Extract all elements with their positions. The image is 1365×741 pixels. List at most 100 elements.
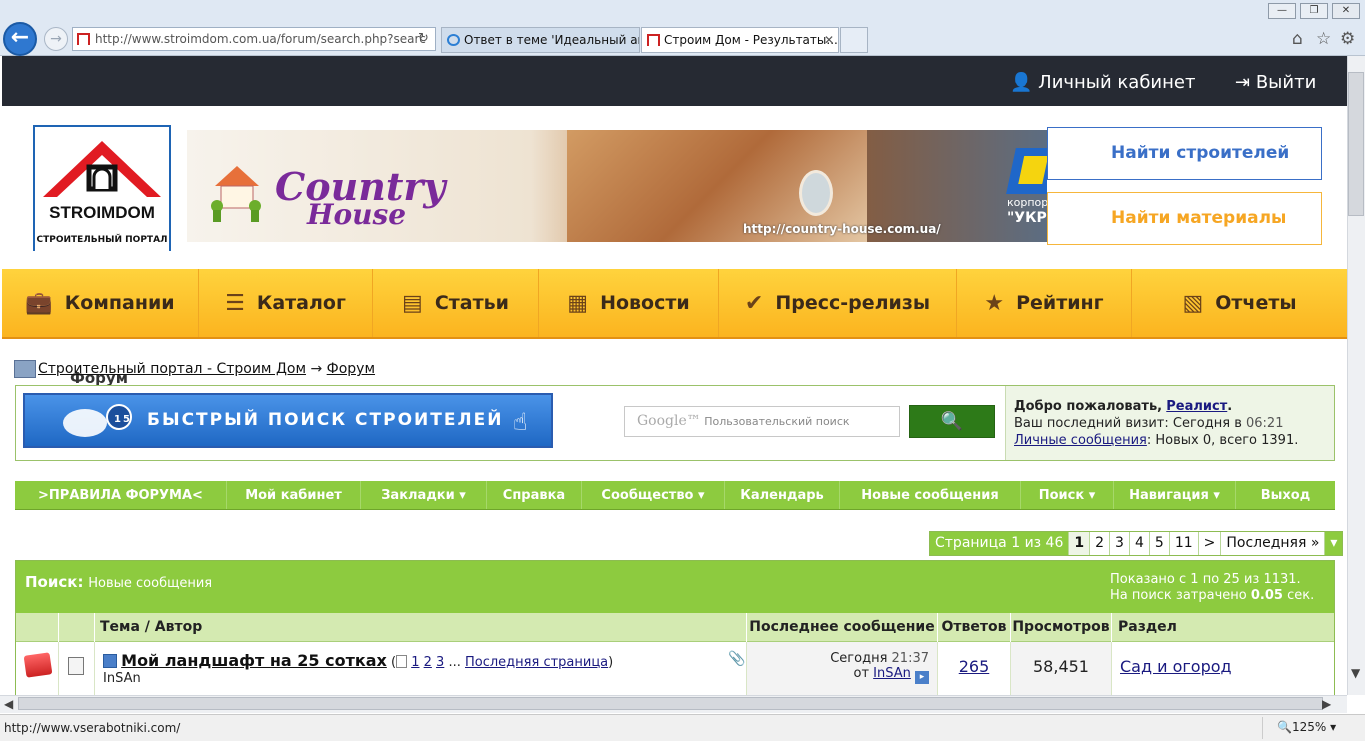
banner-round-window: [799, 170, 833, 216]
results-shown-count: Показано с 1 по 25 из 1131.: [1110, 572, 1301, 587]
close-tab-icon[interactable]: ✕: [824, 28, 834, 52]
nav-label: Рейтинг: [1016, 292, 1104, 314]
address-bar[interactable]: http://www.stroimdom.com.ua/forum/search…: [72, 27, 436, 51]
pager-page[interactable]: 11: [1169, 532, 1199, 555]
menu-label: Закладки: [381, 488, 455, 503]
search-time-unit: сек.: [1287, 588, 1315, 603]
new-post-icon[interactable]: [103, 654, 117, 668]
quick-builder-search-banner[interactable]: 15 БЫСТРЫЙ ПОИСК СТРОИТЕЛЕЙ ☝: [23, 393, 553, 448]
thread-title-link[interactable]: Мой ландшафт на 25 сотках: [121, 651, 387, 670]
username-link[interactable]: Реалист: [1166, 399, 1227, 414]
personal-cabinet-link[interactable]: 👤 Личный кабинет: [1010, 72, 1195, 93]
col-replies[interactable]: Ответов: [938, 613, 1011, 642]
replies-count-link[interactable]: 265: [959, 657, 990, 676]
thread-page-link[interactable]: 2: [424, 655, 432, 670]
nav-rating[interactable]: ★ Рейтинг: [957, 269, 1132, 337]
breadcrumb: Строительный портал - Строим Дом → Форум: [38, 361, 375, 377]
pager-menu-chevron-icon[interactable]: ▾: [1325, 532, 1343, 555]
back-button[interactable]: ←: [3, 22, 37, 56]
promo-text: БЫСТРЫЙ ПОИСК СТРОИТЕЛЕЙ: [147, 410, 504, 430]
pager-last[interactable]: Последняя »: [1221, 532, 1326, 555]
pager-next[interactable]: >: [1198, 532, 1222, 555]
menu-calendar[interactable]: Календарь: [725, 481, 840, 509]
pager-page[interactable]: 3: [1110, 532, 1130, 555]
google-search-input[interactable]: Google™ Пользовательский поиск: [624, 406, 900, 437]
banner-url: http://country-house.com.ua/: [743, 222, 941, 236]
search-time-value: 0.05: [1250, 588, 1283, 603]
pagination: Страница 1 из 46 1 2 3 4 5 11 > Последня…: [929, 531, 1344, 556]
home-icon[interactable]: ⌂: [1292, 29, 1303, 49]
menu-search[interactable]: Поиск ▾: [1021, 481, 1114, 509]
nav-press-releases[interactable]: ✔ Пресс-релизы: [719, 269, 957, 337]
breadcrumb-portal-link[interactable]: Строительный портал - Строим Дом: [38, 361, 306, 377]
close-window-button[interactable]: ✕: [1332, 3, 1360, 19]
private-messages-link[interactable]: Личные сообщения: [1014, 433, 1147, 448]
last-post-user-link[interactable]: InSAn: [873, 666, 911, 681]
menu-label: Поиск: [1038, 488, 1085, 503]
logout-link[interactable]: ⇥ Выйти: [1235, 72, 1316, 93]
table-row: Мой ландшафт на 25 сотках ( 1 2 3 ... По…: [16, 642, 1334, 695]
section-link[interactable]: Сад и огород: [1120, 657, 1232, 676]
logo-subtitle: СТРОИТЕЛЬНЫЙ ПОРТАЛ: [35, 235, 169, 251]
thread-last-page-link[interactable]: Последняя страница: [465, 655, 608, 670]
vertical-scroll-thumb[interactable]: [1348, 72, 1364, 216]
col-section[interactable]: Раздел: [1112, 613, 1334, 642]
attachment-paperclip-icon: 📎: [728, 651, 746, 667]
horizontal-scroll-thumb[interactable]: [18, 697, 1323, 710]
settings-gear-icon[interactable]: ⚙: [1340, 29, 1355, 49]
refresh-icon[interactable]: ↻: [418, 31, 429, 46]
pager-current-page: 1: [1069, 532, 1091, 555]
scroll-down-icon[interactable]: ▼: [1351, 666, 1360, 680]
menu-forum-rules[interactable]: >ПРАВИЛА ФОРУМА<: [15, 481, 227, 509]
menu-label: Сообщество: [601, 488, 694, 503]
thread-pages-ellipsis: ...: [448, 655, 461, 670]
zoom-control[interactable]: 🔍125% ▾: [1262, 717, 1354, 739]
minimize-button[interactable]: —: [1268, 3, 1296, 19]
forward-button[interactable]: →: [44, 27, 68, 51]
nav-catalog[interactable]: ☰ Каталог: [199, 269, 373, 337]
search-icon: 🔍: [940, 411, 964, 432]
menu-community[interactable]: Сообщество ▾: [582, 481, 725, 509]
nav-reports[interactable]: ▧ Отчеты: [1132, 269, 1347, 337]
menu-logout[interactable]: Выход: [1236, 481, 1335, 509]
pager-summary[interactable]: Страница 1 из 46: [930, 532, 1070, 555]
browser-tab-reply[interactable]: Ответ в теме 'Идеальный авт...: [441, 27, 640, 53]
breadcrumb-forum-link[interactable]: Форум: [327, 361, 375, 377]
country-house-banner[interactable]: Country House http://country-house.com.u…: [187, 130, 1047, 242]
scroll-left-icon[interactable]: ◀: [4, 697, 13, 711]
browser-tab-results[interactable]: Строим Дом - Результаты... ✕: [641, 27, 839, 53]
pager-page[interactable]: 5: [1149, 532, 1170, 555]
menu-new-posts[interactable]: Новые сообщения: [840, 481, 1021, 509]
col-last-post[interactable]: Последнее сообщение: [747, 613, 938, 642]
row-topic-cell: Мой ландшафт на 25 сотках ( 1 2 3 ... По…: [95, 642, 747, 695]
restore-button[interactable]: ❐: [1300, 3, 1328, 19]
pager-page[interactable]: 2: [1090, 532, 1111, 555]
new-tab-button[interactable]: [840, 27, 868, 53]
star-icon: ★: [984, 290, 1005, 316]
menu-bookmarks[interactable]: Закладки ▾: [361, 481, 487, 509]
thread-page-link[interactable]: 1: [411, 655, 419, 670]
col-views[interactable]: Просмотров: [1011, 613, 1112, 642]
nav-news[interactable]: ▦ Новости: [539, 269, 719, 337]
menu-help[interactable]: Справка: [487, 481, 582, 509]
nav-articles[interactable]: ▤ Статьи: [373, 269, 539, 337]
find-builders-button[interactable]: Найти строителей: [1047, 127, 1322, 180]
pager-page[interactable]: 4: [1129, 532, 1150, 555]
google-search-button[interactable]: 🔍: [909, 405, 995, 438]
col-topic-author[interactable]: Тема / Автор: [95, 613, 747, 642]
banner-corp-name: "УКРБУД": [1007, 210, 1047, 226]
thread-page-link[interactable]: 3: [436, 655, 444, 670]
main-navigation: 💼 Компании ☰ Каталог ▤ Статьи ▦ Новости ✔ Пре…: [2, 269, 1347, 339]
nav-label: Статьи: [434, 292, 509, 314]
scroll-right-icon[interactable]: ▶: [1322, 697, 1331, 711]
menu-my-cabinet[interactable]: Мой кабинет: [227, 481, 361, 509]
nav-companies[interactable]: 💼 Компании: [2, 269, 199, 337]
check-circle-icon: ✔: [744, 290, 764, 316]
forum-folder-icon: [14, 360, 36, 378]
go-to-last-post-icon[interactable]: ▸: [915, 671, 929, 684]
find-materials-button[interactable]: Найти материалы: [1047, 192, 1322, 245]
pointer-hand-icon: ☝: [513, 408, 530, 436]
favorites-star-icon[interactable]: ☆: [1316, 29, 1331, 49]
menu-navigation[interactable]: Навигация ▾: [1114, 481, 1236, 509]
site-logo[interactable]: STROIMDOM СТРОИТЕЛЬНЫЙ ПОРТАЛ: [33, 125, 171, 251]
